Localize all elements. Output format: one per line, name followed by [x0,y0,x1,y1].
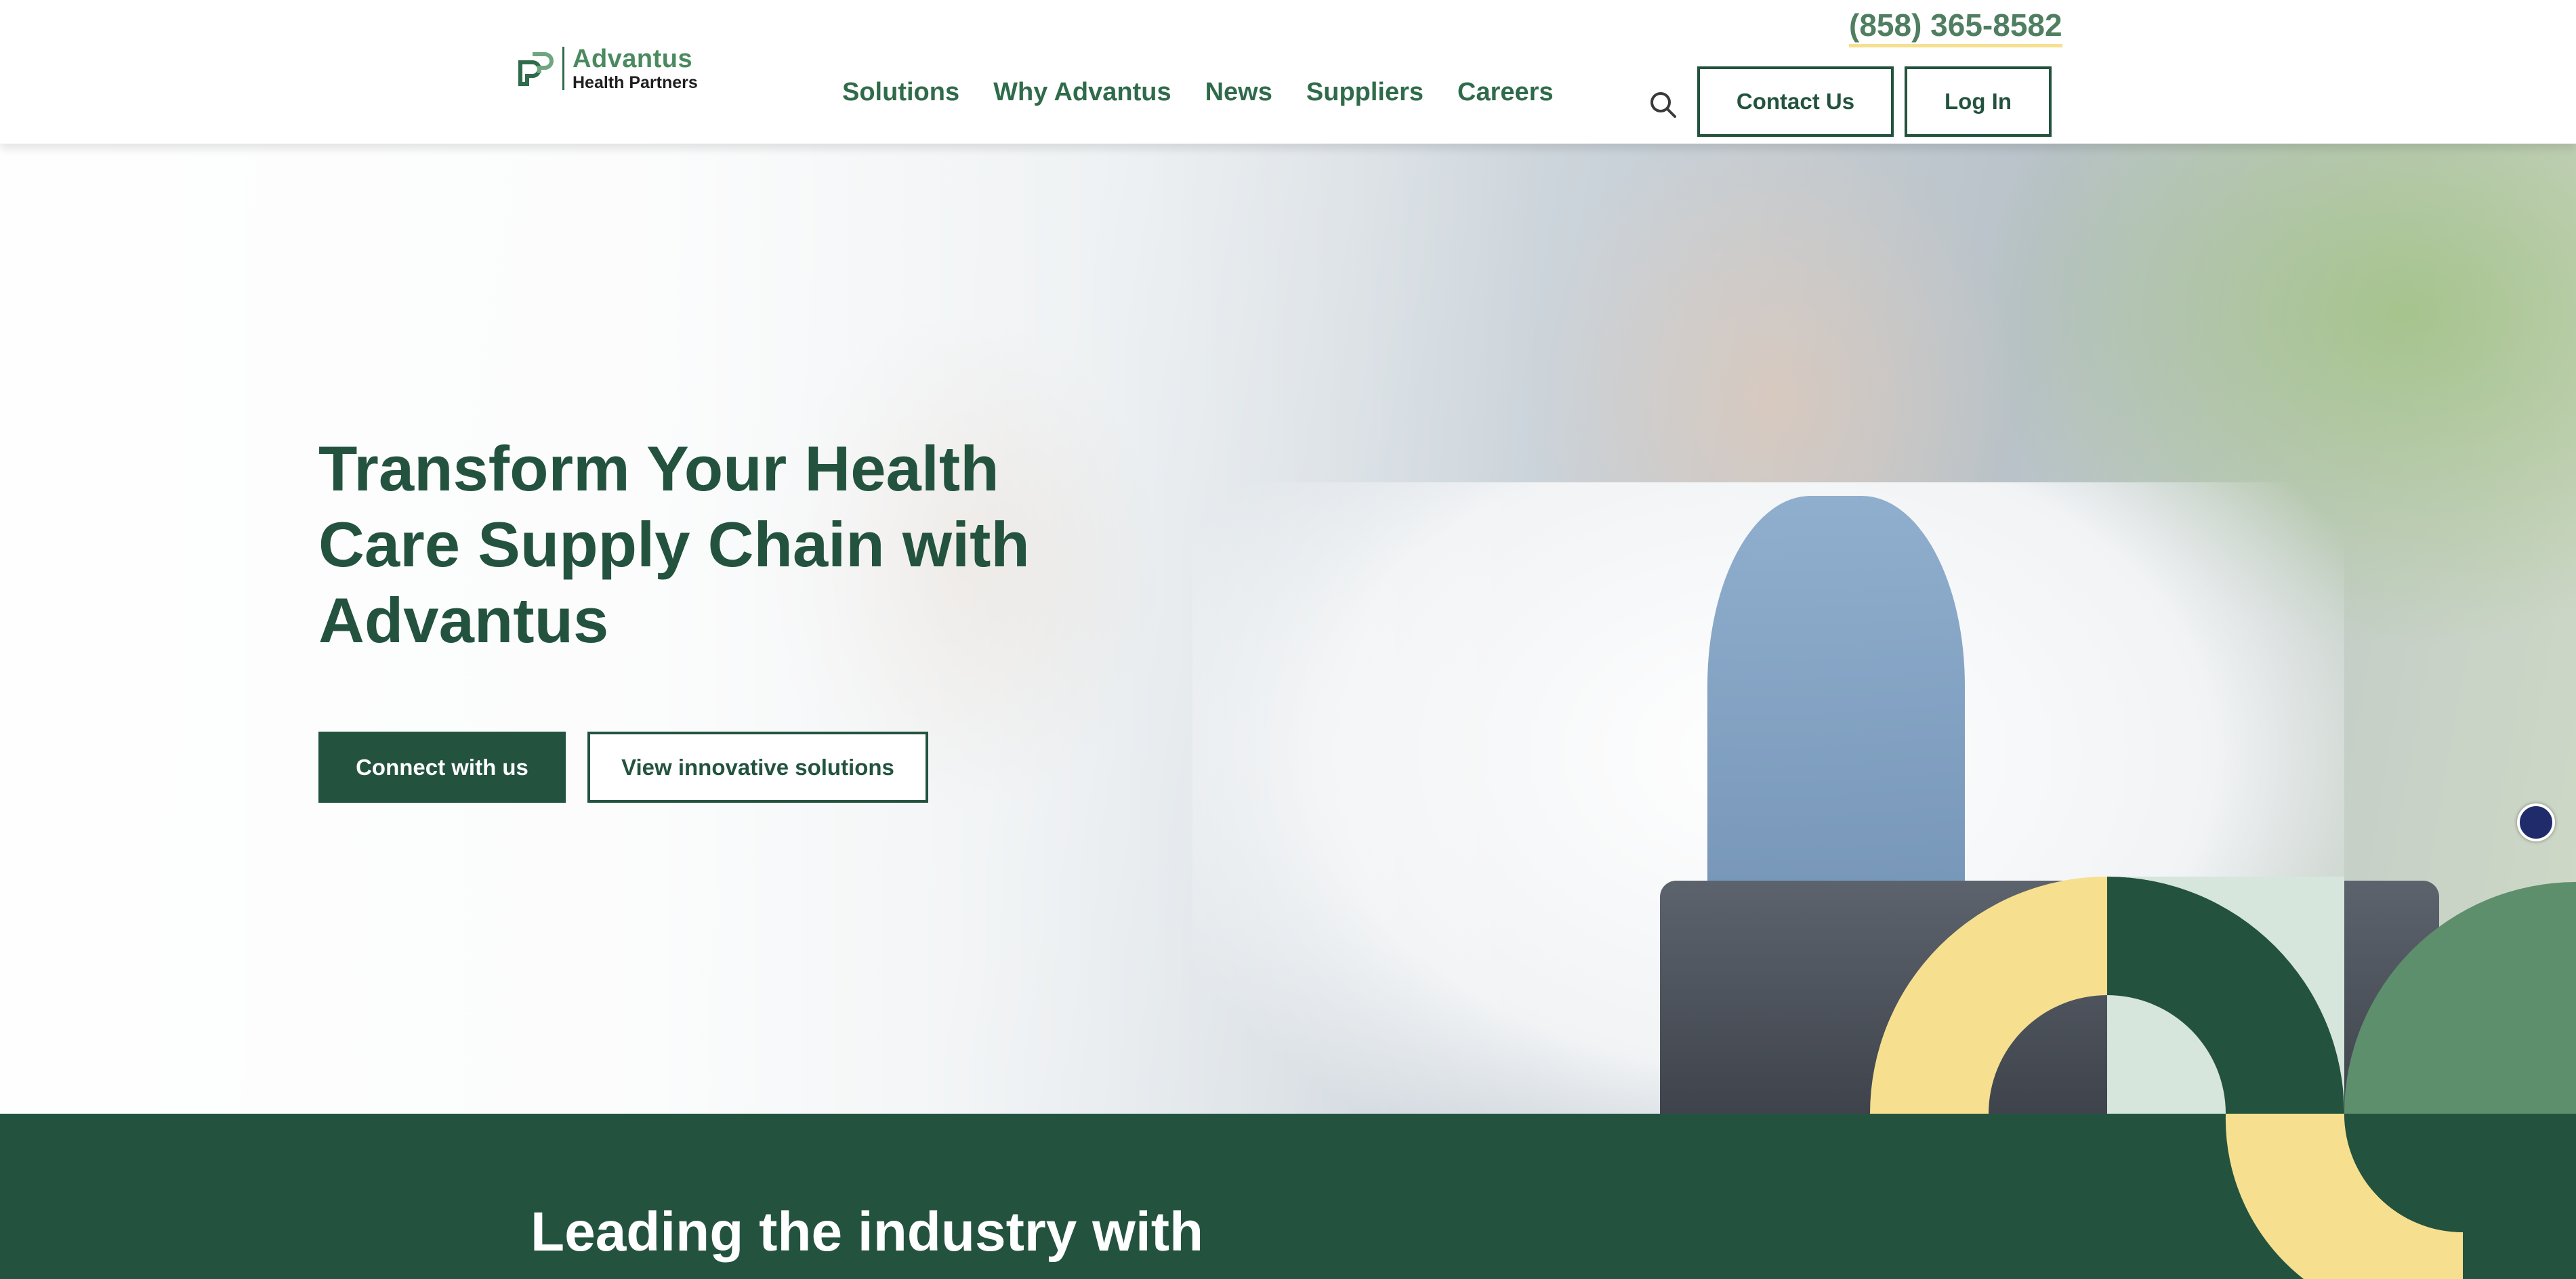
search-icon [1650,92,1676,118]
logo-divider [562,47,564,90]
logo-name: Advantus [573,44,693,73]
nav-item-careers[interactable]: Careers [1457,78,1554,107]
hero-title: Transform Your Health Care Supply Chain … [318,433,1030,656]
phone-link[interactable]: (858) 365-8582 [1849,5,2062,47]
connect-with-us-button[interactable]: Connect with us [318,732,566,803]
nav-item-solutions[interactable]: Solutions [842,78,959,107]
decorative-shapes [1870,877,2576,1279]
logo-wordmark: Advantus Health Partners [573,46,698,91]
search-button[interactable] [1646,88,1680,122]
industry-section-title: Leading the industry with [531,1201,1204,1263]
site-header: Advantus Health Partners (858) 365-8582 … [0,0,2576,144]
accessibility-widget-icon[interactable] [2517,803,2555,841]
contact-us-button[interactable]: Contact Us [1697,66,1894,137]
nav-item-why-advantus[interactable]: Why Advantus [993,78,1171,107]
log-in-button[interactable]: Log In [1905,66,2052,137]
main-nav: Solutions Why Advantus News Suppliers Ca… [842,78,1554,107]
view-solutions-button[interactable]: View innovative solutions [587,732,928,803]
nav-item-suppliers[interactable]: Suppliers [1306,78,1424,107]
logo-mark-icon [518,52,554,86]
nav-item-news[interactable]: News [1205,78,1272,107]
logo-subname: Health Partners [573,72,698,92]
brand-logo[interactable]: Advantus Health Partners [515,43,698,93]
